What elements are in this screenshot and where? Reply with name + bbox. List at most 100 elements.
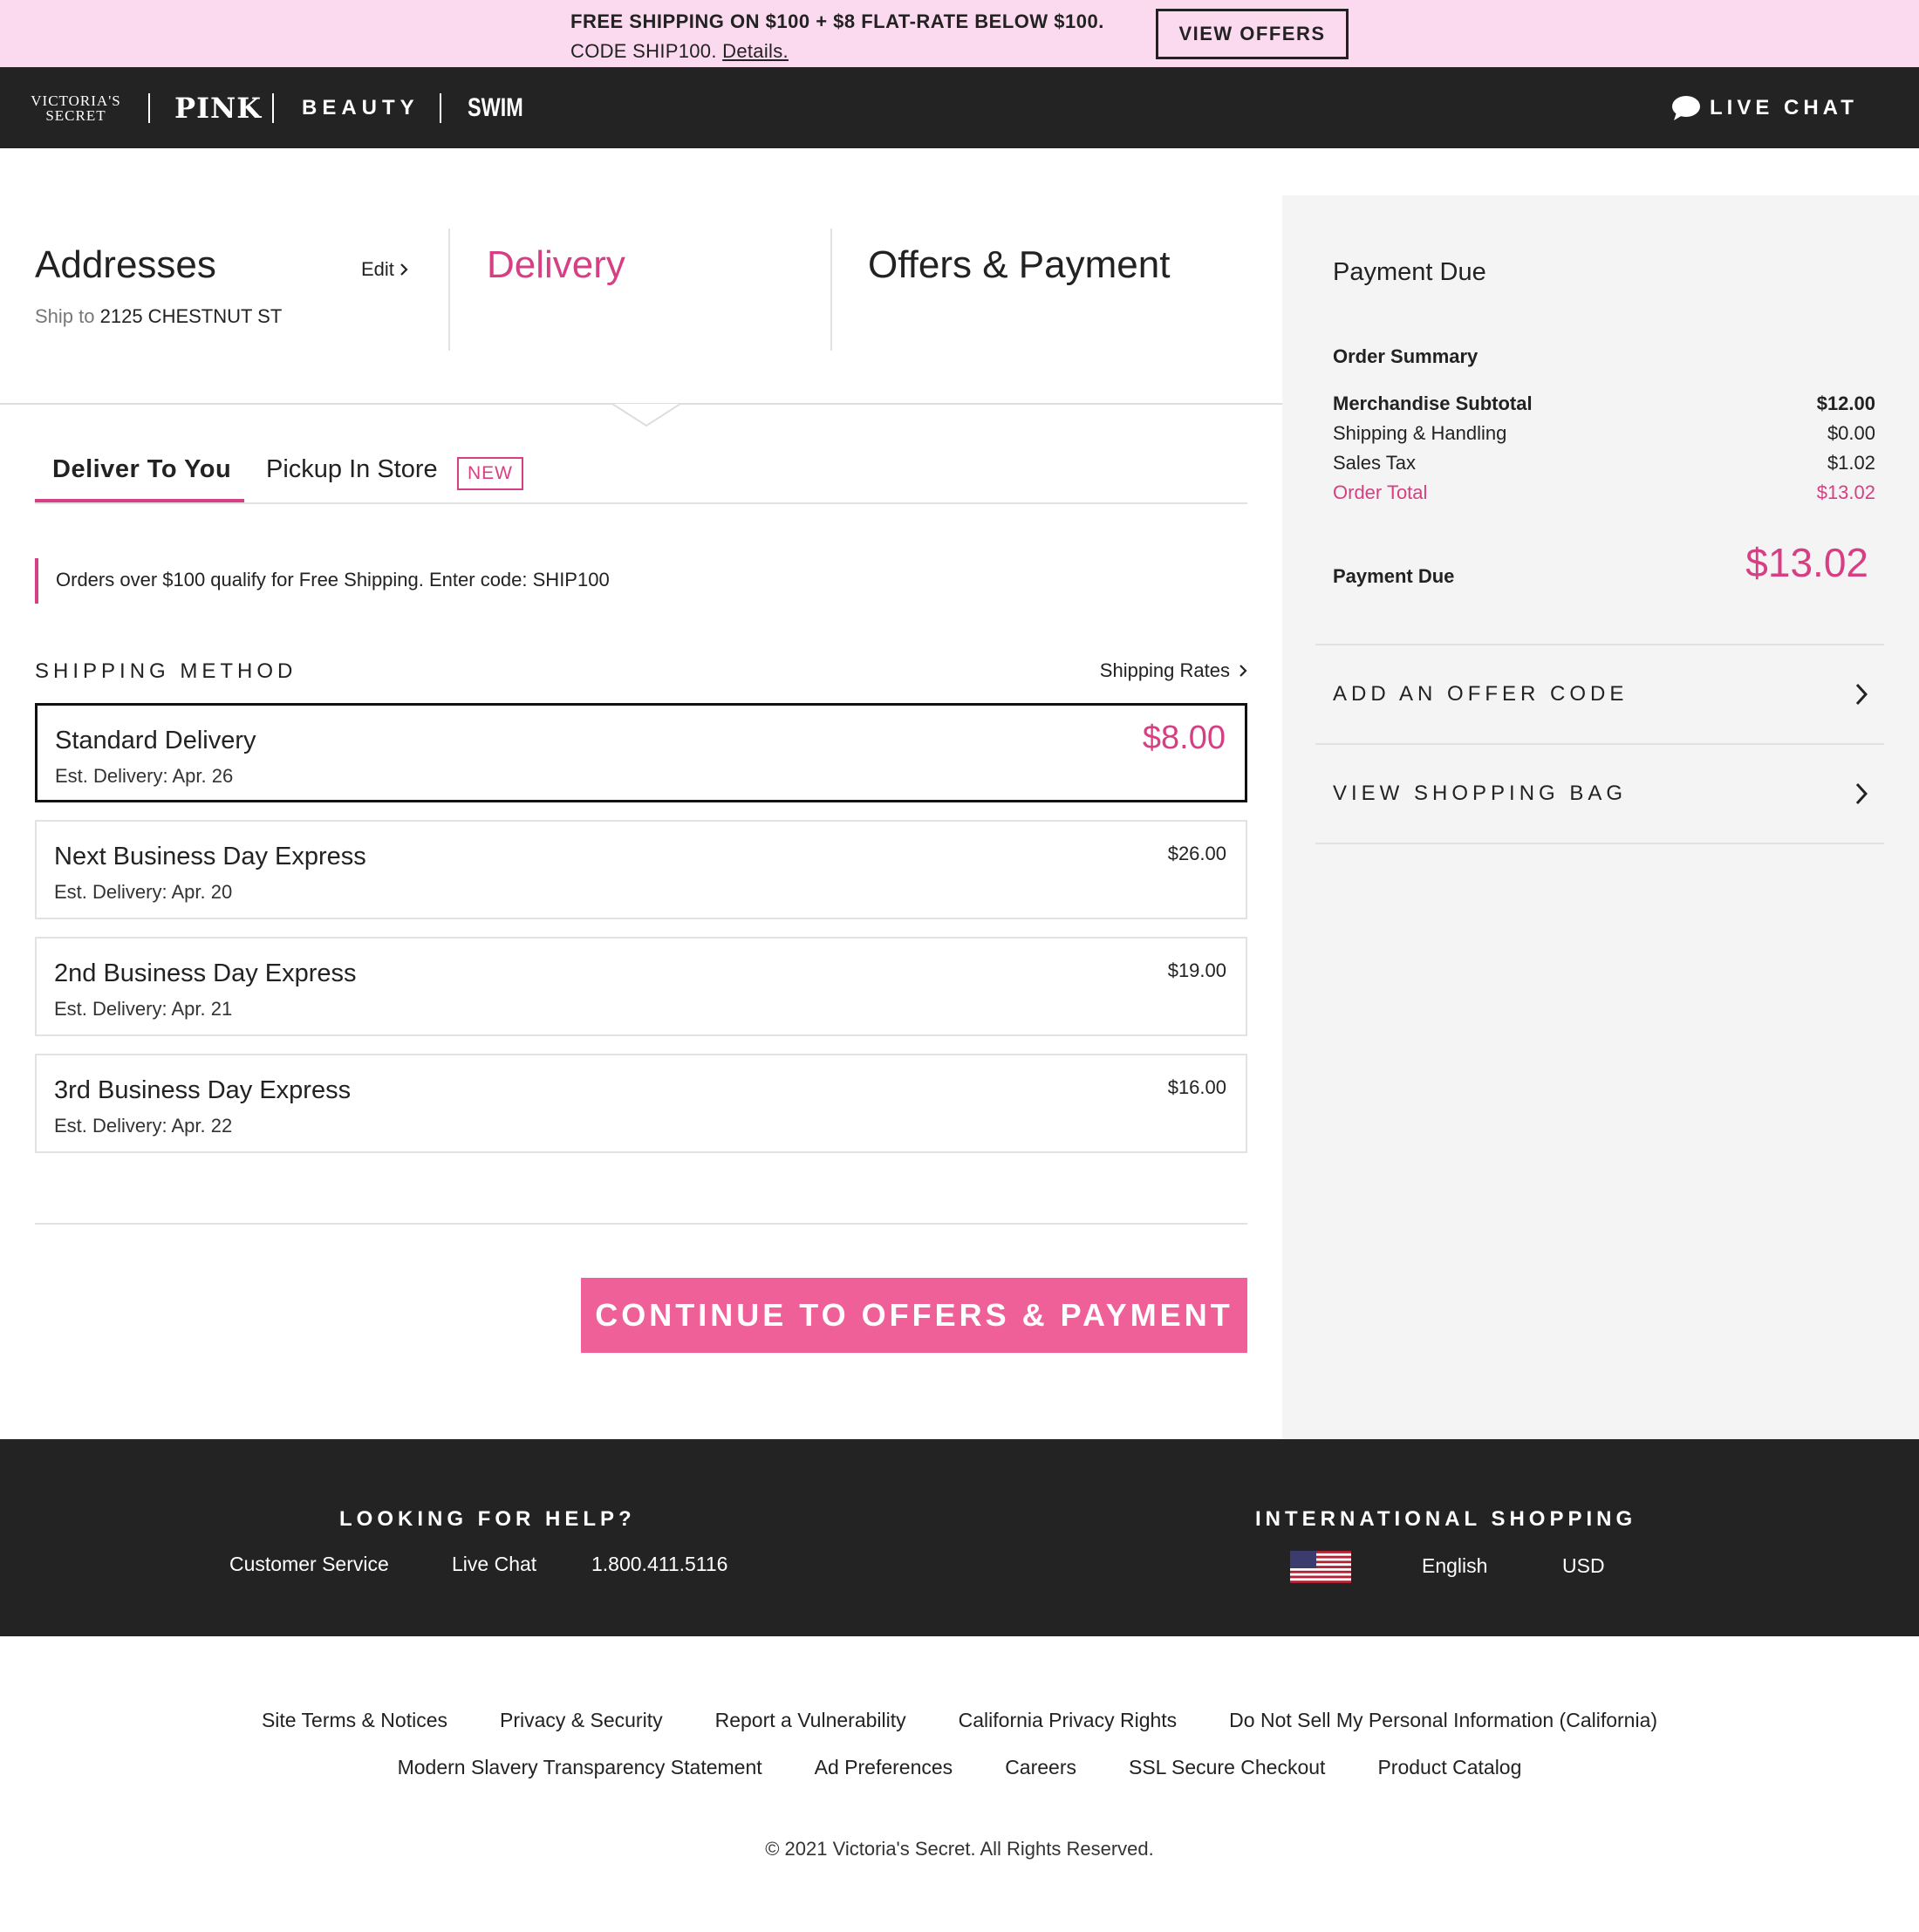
legal-links-row-1: Site Terms & Notices Privacy & Security … — [0, 1709, 1919, 1732]
edit-label: Edit — [361, 258, 394, 280]
legal-link-ssl-checkout[interactable]: SSL Secure Checkout — [1129, 1756, 1325, 1779]
edit-address-link[interactable]: Edit — [361, 258, 408, 281]
summary-row-shipping: Shipping & Handling $0.00 — [1333, 422, 1875, 445]
legal-link-careers[interactable]: Careers — [1005, 1756, 1076, 1779]
option-name: Next Business Day Express — [54, 843, 366, 870]
step-offers-payment[interactable]: Offers & Payment — [868, 243, 1170, 287]
language-selector[interactable]: English — [1422, 1554, 1487, 1578]
option-est-delivery: Est. Delivery: Apr. 26 — [55, 765, 234, 787]
summary-label: Merchandise Subtotal — [1333, 393, 1533, 414]
legal-link-do-not-sell[interactable]: Do Not Sell My Personal Information (Cal… — [1229, 1709, 1657, 1732]
legal-link-california-privacy[interactable]: California Privacy Rights — [959, 1709, 1178, 1732]
active-tab-indicator — [35, 499, 244, 502]
promo-text: FREE SHIPPING ON $100 + $8 FLAT-RATE BEL… — [570, 7, 1104, 66]
summary-label: Order Total — [1333, 481, 1428, 503]
help-heading: LOOKING FOR HELP? — [339, 1507, 636, 1531]
chevron-right-icon — [1855, 782, 1868, 805]
phone-link[interactable]: 1.800.411.5116 — [591, 1553, 727, 1576]
sidebar-divider — [1315, 843, 1884, 844]
summary-value: $0.00 — [1827, 422, 1875, 444]
promo-headline: FREE SHIPPING ON $100 + $8 FLAT-RATE BEL… — [570, 10, 1104, 32]
step-delivery: Delivery — [487, 243, 625, 286]
legal-link-site-terms[interactable]: Site Terms & Notices — [262, 1709, 447, 1732]
beauty-logo[interactable]: BEAUTY — [302, 67, 420, 148]
note-accent-bar — [35, 558, 38, 604]
promo-code-line: CODE SHIP100. Details. — [570, 37, 1104, 66]
footer-live-chat-link[interactable]: Live Chat — [452, 1553, 536, 1576]
legal-link-report-vulnerability[interactable]: Report a Vulnerability — [715, 1709, 906, 1732]
summary-value: $13.02 — [1816, 481, 1875, 503]
pink-logo[interactable]: PINK — [174, 67, 262, 148]
option-price: $8.00 — [1142, 720, 1226, 756]
step-divider — [448, 229, 450, 351]
payment-due-sidebar: Payment Due Order Summary Merchandise Su… — [1282, 195, 1919, 1439]
swim-logo[interactable]: SWIM — [468, 67, 523, 148]
active-step-pointer — [612, 403, 680, 427]
option-price: $19.00 — [1167, 959, 1226, 981]
payment-due-label: Payment Due — [1333, 565, 1455, 587]
promo-banner: FREE SHIPPING ON $100 + $8 FLAT-RATE BEL… — [0, 0, 1919, 67]
legal-link-ad-preferences[interactable]: Ad Preferences — [815, 1756, 953, 1779]
ship-to-address: 2125 CHESTNUT ST — [99, 305, 283, 327]
add-offer-code-link[interactable]: ADD AN OFFER CODE — [1315, 644, 1884, 743]
promo-details-link[interactable]: Details. — [722, 40, 789, 62]
legal-link-modern-slavery[interactable]: Modern Slavery Transparency Statement — [398, 1756, 762, 1779]
brand-vs-line2: SECRET — [45, 106, 106, 124]
shipping-option-next-day[interactable]: Next Business Day Express Est. Delivery:… — [35, 820, 1247, 919]
shipping-option-3rd-day[interactable]: 3rd Business Day Express Est. Delivery: … — [35, 1054, 1247, 1153]
view-shopping-bag-link[interactable]: VIEW SHOPPING BAG — [1315, 743, 1884, 843]
legal-link-privacy-security[interactable]: Privacy & Security — [500, 1709, 663, 1732]
option-est-delivery: Est. Delivery: Apr. 20 — [54, 881, 233, 903]
shipping-rates-label: Shipping Rates — [1099, 659, 1230, 681]
view-offers-button[interactable]: VIEW OFFERS — [1156, 9, 1349, 59]
section-divider — [35, 1223, 1247, 1225]
summary-value: $1.02 — [1827, 452, 1875, 474]
sidebar-title: Payment Due — [1333, 258, 1486, 286]
tab-deliver-to-you[interactable]: Deliver To You — [52, 455, 231, 484]
tab-divider — [35, 502, 1247, 504]
live-chat-button[interactable]: LIVE CHAT — [1671, 67, 1858, 148]
checkout-steps: Addresses Edit Ship to 2125 CHESTNUT ST … — [0, 195, 1282, 427]
nav-divider — [148, 93, 150, 123]
victorias-secret-logo[interactable]: VICTORIA'S SECRET — [28, 67, 124, 148]
free-shipping-note: Orders over $100 qualify for Free Shippi… — [56, 569, 610, 591]
legal-link-product-catalog[interactable]: Product Catalog — [1377, 1756, 1521, 1779]
promo-code: CODE SHIP100. — [570, 40, 717, 62]
summary-label: Shipping & Handling — [1333, 422, 1507, 444]
chat-bubble-icon — [1672, 95, 1700, 120]
option-name: 3rd Business Day Express — [54, 1076, 352, 1104]
summary-row-subtotal: Merchandise Subtotal $12.00 — [1333, 393, 1875, 415]
option-est-delivery: Est. Delivery: Apr. 21 — [54, 998, 233, 1020]
us-flag-icon[interactable] — [1290, 1551, 1351, 1583]
shipping-rates-link[interactable]: Shipping Rates — [1100, 659, 1247, 682]
summary-row-total: Order Total $13.02 — [1333, 481, 1875, 504]
option-name: Standard Delivery — [55, 727, 256, 754]
intl-shopping-heading: INTERNATIONAL SHOPPING — [1255, 1507, 1637, 1531]
footer-help: LOOKING FOR HELP? Customer Service Live … — [0, 1439, 1919, 1636]
shipping-option-standard[interactable]: Standard Delivery Est. Delivery: Apr. 26… — [35, 703, 1247, 802]
view-shopping-bag-label: VIEW SHOPPING BAG — [1333, 782, 1628, 805]
continue-to-offers-payment-button[interactable]: CONTINUE TO OFFERS & PAYMENT — [581, 1278, 1247, 1353]
step-addresses[interactable]: Addresses — [35, 243, 216, 287]
chevron-right-icon — [1855, 683, 1868, 706]
tab-pickup-in-store[interactable]: Pickup In Store — [266, 455, 438, 484]
nav-divider — [440, 93, 441, 123]
option-price: $16.00 — [1167, 1076, 1226, 1098]
shipping-option-2nd-day[interactable]: 2nd Business Day Express Est. Delivery: … — [35, 937, 1247, 1036]
order-summary-heading: Order Summary — [1333, 345, 1479, 367]
summary-label: Sales Tax — [1333, 452, 1416, 474]
customer-service-link[interactable]: Customer Service — [229, 1553, 389, 1576]
legal-links-row-2: Modern Slavery Transparency Statement Ad… — [0, 1756, 1919, 1779]
new-badge: NEW — [457, 457, 523, 490]
payment-due-amount: $13.02 — [1745, 540, 1868, 585]
currency-selector[interactable]: USD — [1562, 1554, 1605, 1578]
summary-value: $12.00 — [1816, 393, 1875, 414]
nav-divider — [272, 93, 274, 123]
brand-vs-line1: VICTORIA'S — [31, 92, 121, 109]
add-offer-code-label: ADD AN OFFER CODE — [1333, 682, 1629, 706]
ship-to-label: Ship to — [35, 305, 95, 327]
step-divider — [830, 229, 832, 351]
live-chat-label: LIVE CHAT — [1710, 95, 1858, 119]
option-est-delivery: Est. Delivery: Apr. 22 — [54, 1115, 233, 1137]
ship-to-summary: Ship to 2125 CHESTNUT ST — [35, 305, 282, 328]
